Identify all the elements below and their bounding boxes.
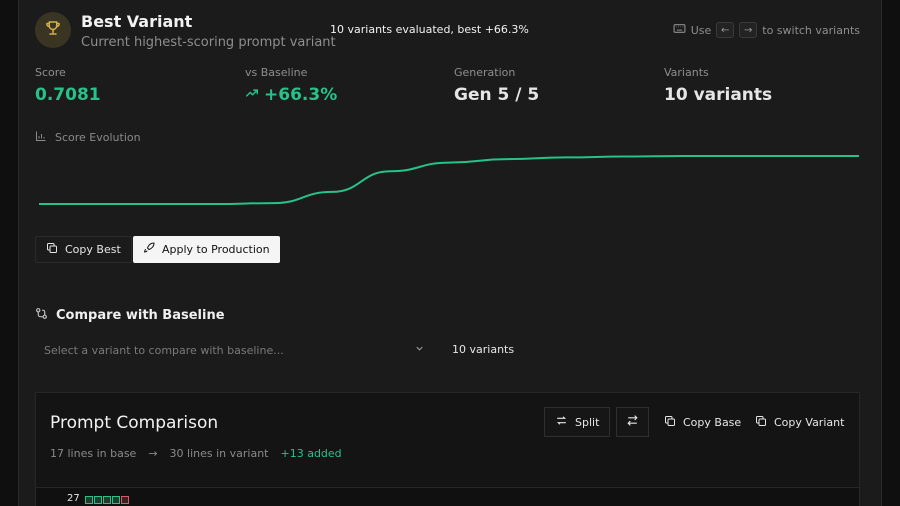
base-lines: 17 lines in base [50, 447, 137, 460]
swap-icon [555, 414, 568, 430]
diff-added-marker [103, 496, 111, 504]
line-number: 27 [67, 493, 80, 504]
trophy-icon [44, 19, 62, 41]
copy-base-label: Copy Base [683, 415, 742, 429]
arrows-swap-icon [626, 414, 639, 430]
chart-title: Score Evolution [55, 131, 141, 144]
copy-icon [46, 242, 58, 257]
keyboard-hint: Use ← → to switch variants [673, 22, 860, 38]
diff-removed-marker [121, 496, 129, 504]
stat-label: Score [35, 66, 66, 79]
copy-icon [755, 415, 767, 430]
rocket-icon [143, 242, 155, 257]
compare-title: Compare with Baseline [56, 308, 225, 323]
arrow-text: → [148, 447, 158, 460]
copy-variant-label: Copy Variant [774, 415, 845, 429]
trending-up-icon [245, 85, 259, 105]
diff-view: 27 [36, 487, 859, 506]
trophy-badge [35, 12, 71, 48]
apply-to-production-button[interactable]: Apply to Production [133, 236, 280, 263]
stat-value: +66.3% [264, 85, 338, 105]
stat-variants: Variants 10 variants [664, 66, 772, 105]
git-compare-icon [35, 307, 48, 324]
copy-variant-button[interactable]: Copy Variant [744, 407, 855, 437]
stat-value: 10 variants [664, 85, 773, 105]
diff-added-marker [85, 496, 93, 504]
stat-label: Generation [454, 66, 516, 79]
copy-icon [664, 415, 676, 430]
bar-chart-icon [35, 130, 47, 145]
copy-best-button[interactable]: Copy Best [35, 236, 132, 263]
stat-value: 0.7081 [35, 85, 101, 105]
split-view-button[interactable]: Split [544, 407, 611, 437]
score-series-line [38, 155, 859, 205]
prompt-comparison-card: Prompt Comparison 17 lines in base → 30 … [35, 392, 860, 506]
stat-value-row: +66.3% [245, 85, 337, 105]
apply-label: Apply to Production [162, 243, 270, 256]
hint-suffix-text: to switch variants [762, 23, 860, 37]
evaluation-summary: 10 variants evaluated, best +66.3% [330, 23, 529, 36]
page-title: Best Variant [81, 12, 193, 31]
chart-header: Score Evolution [35, 130, 141, 145]
variant-select-placeholder: Select a variant to compare with baselin… [44, 343, 284, 357]
key-left: ← [716, 22, 735, 38]
prompt-comparison-meta: 17 lines in base → 30 lines in variant +… [50, 447, 342, 460]
diff-added-marker [112, 496, 120, 504]
copy-best-label: Copy Best [65, 243, 121, 256]
compare-section-title: Compare with Baseline [35, 307, 225, 324]
page-subtitle: Current highest-scoring prompt variant [81, 35, 336, 50]
swap-sides-button[interactable] [616, 407, 649, 437]
variant-count: 10 variants [452, 343, 515, 356]
prompt-comparison-title: Prompt Comparison [50, 413, 219, 433]
added-lines: +13 added [280, 447, 342, 460]
stat-label: Variants [664, 66, 709, 79]
score-evolution-chart [38, 155, 859, 205]
hint-use-text: Use [690, 23, 712, 37]
stat-score: Score 0.7081 [35, 66, 101, 105]
chevron-down-icon [414, 343, 425, 357]
stat-vs-baseline: vs Baseline +66.3% [245, 66, 337, 105]
split-label: Split [575, 415, 600, 429]
variant-lines: 30 lines in variant [169, 447, 269, 460]
stat-label: vs Baseline [245, 66, 308, 79]
stat-generation: Generation Gen 5 / 5 [454, 66, 539, 105]
key-right: → [739, 22, 758, 38]
variant-select[interactable]: Select a variant to compare with baselin… [35, 338, 433, 362]
copy-base-button[interactable]: Copy Base [653, 407, 752, 437]
keyboard-icon [673, 23, 686, 37]
stat-value: Gen 5 / 5 [454, 85, 540, 105]
diff-added-marker [94, 496, 102, 504]
